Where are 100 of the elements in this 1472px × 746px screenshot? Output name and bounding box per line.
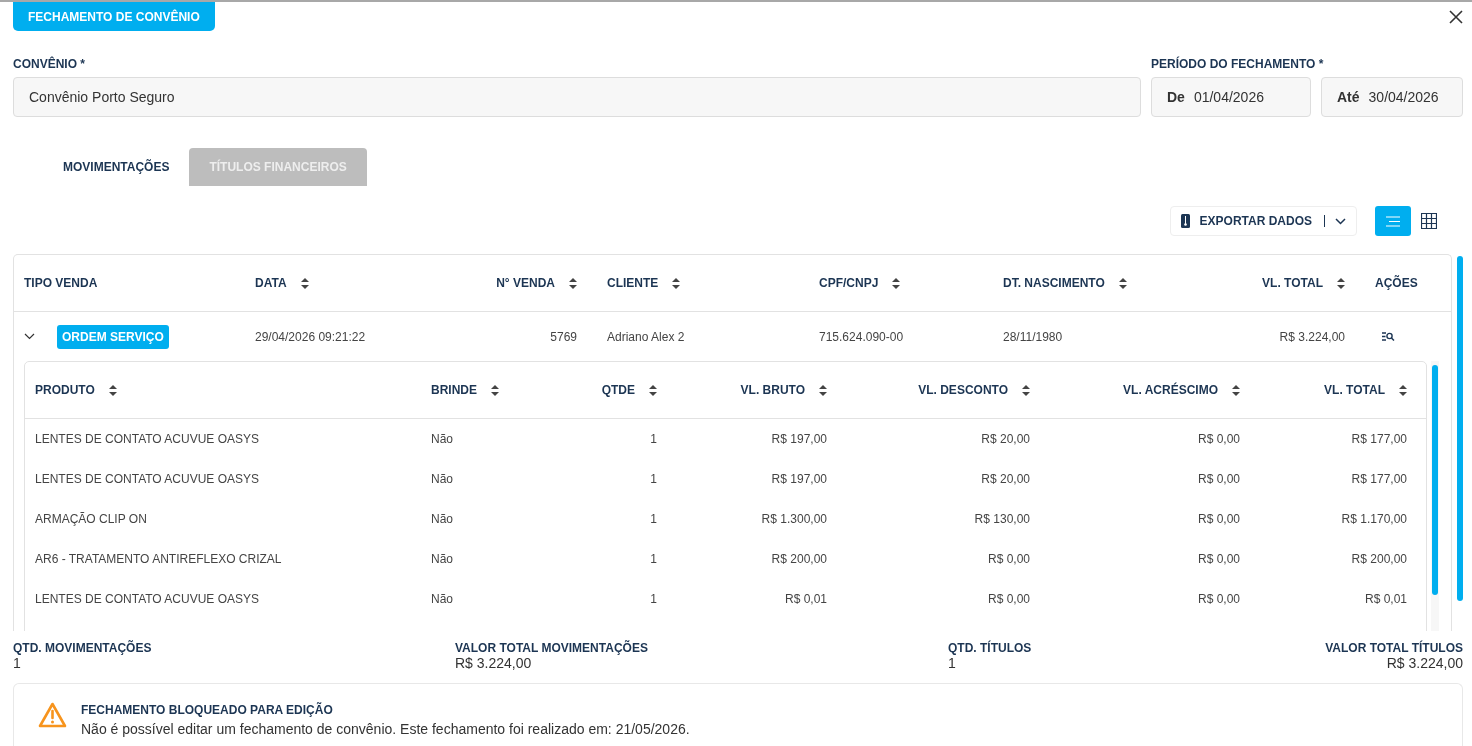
sort-icon[interactable] — [491, 384, 499, 396]
column-header[interactable]: BRINDE — [431, 383, 560, 397]
table-cell-text: R$ 130,00 — [973, 512, 1030, 526]
table-cell-text: Não — [431, 512, 454, 526]
stat-label: QTD. MOVIMENTAÇÕES — [13, 641, 152, 655]
convenio-field[interactable]: Convênio Porto Seguro — [13, 77, 1141, 117]
alert-message: Não é possível editar um fechamento de convênio. Este fechamento foi realizado em: 21/05/2026. — [81, 721, 690, 737]
sale-type-tag: ORDEM SERVIÇO — [57, 324, 169, 349]
sort-icon[interactable] — [892, 277, 901, 289]
field-value: 01/04/2026 — [1193, 89, 1264, 105]
sort-icon[interactable] — [300, 277, 309, 289]
sort-icon[interactable] — [672, 277, 681, 289]
column-header[interactable]: VL. TOTAL — [1200, 276, 1345, 290]
table-cell-text: R$ 0,00 — [1196, 552, 1240, 566]
table-cell-text: R$ 3.224,00 — [1278, 329, 1345, 344]
table-cell-text: LENTES DE CONTATO ACUVUE OASYS — [35, 592, 261, 606]
search-details-icon[interactable] — [1382, 332, 1395, 341]
column-header[interactable]: DT. NASCIMENTO — [1003, 276, 1200, 290]
table-cell-text: R$ 20,00 — [980, 432, 1030, 446]
date-to-field[interactable]: Até 30/04/2026 — [1321, 77, 1463, 117]
field-label: PERÍODO DO FECHAMENTO * — [1151, 57, 1325, 71]
table-cell-text: Não — [431, 552, 454, 566]
column-header[interactable]: VL. BRUTO — [657, 383, 827, 397]
column-header: AÇÕES — [1374, 276, 1419, 290]
column-header[interactable]: N° VENDA — [470, 276, 577, 290]
sort-icon[interactable] — [649, 384, 657, 396]
stat-value: 1 — [948, 655, 956, 671]
field-value: 30/04/2026 — [1368, 89, 1439, 105]
table-cell-text: R$ 200,00 — [770, 552, 827, 566]
table-cell-text: Não — [431, 592, 454, 606]
sort-icon[interactable] — [1232, 384, 1240, 396]
stat-value: R$ 3.224,00 — [1386, 655, 1463, 671]
stat-value: R$ 3.224,00 — [455, 655, 532, 671]
table-cell-text: 1 — [649, 432, 657, 446]
table-cell-text: 1 — [649, 512, 657, 526]
table-cell-text: R$ 200,00 — [1350, 552, 1407, 566]
chevron-down-icon — [1335, 217, 1346, 225]
table-cell-text: R$ 0,00 — [1196, 472, 1240, 486]
warning-icon — [38, 702, 67, 728]
table-cell-text: R$ 0,00 — [1196, 592, 1240, 606]
sort-icon[interactable] — [1399, 384, 1407, 396]
stat-value: 1 — [13, 655, 21, 671]
table-cell-text: LENTES DE CONTATO ACUVUE OASYS — [35, 472, 261, 486]
sort-icon[interactable] — [108, 384, 117, 396]
scrollbar-thumb[interactable] — [1432, 365, 1438, 595]
table-cell-text: 29/04/2026 09:21:22 — [255, 329, 367, 344]
sort-icon[interactable] — [1337, 277, 1345, 289]
table-cell-text: R$ 1.170,00 — [1340, 512, 1407, 526]
column-header[interactable]: VL. TOTAL — [1240, 383, 1407, 397]
table-cell-text: R$ 20,00 — [980, 472, 1030, 486]
sort-icon[interactable] — [819, 384, 827, 396]
table-cell-text: R$ 1.300,00 — [760, 512, 827, 526]
field-prefix: Até — [1337, 89, 1360, 105]
table-cell-text: Não — [431, 432, 454, 446]
table-cell-text: LENTES DE CONTATO ACUVUE OASYS — [35, 432, 261, 446]
table-cell-text: R$ 177,00 — [1350, 432, 1407, 446]
close-icon[interactable] — [1449, 10, 1463, 24]
table-cell-text: R$ 197,00 — [770, 432, 827, 446]
table-cell-text: Adriano Alex 2 — [606, 329, 686, 344]
table-cell-text: R$ 0,00 — [986, 592, 1030, 606]
stat-label: VALOR TOTAL MOVIMENTAÇÕES — [455, 641, 648, 655]
table-cell-text: R$ 0,01 — [783, 592, 827, 606]
column-header[interactable]: VL. DESCONTO — [827, 383, 1030, 397]
export-button[interactable]: EXPORTAR DADOS — [1169, 206, 1357, 236]
table-cell-text: 28/11/1980 — [1003, 329, 1064, 344]
column-header[interactable]: CLIENTE — [577, 276, 819, 290]
table-cell-text: 5769 — [549, 329, 577, 344]
sort-icon[interactable] — [1118, 277, 1127, 289]
table-cell-text: ARMAÇÃO CLIP ON — [35, 512, 148, 526]
stat-label: VALOR TOTAL TÍTULOS — [1325, 641, 1463, 655]
table-cell-text: 1 — [649, 472, 657, 486]
expand-toggle[interactable] — [24, 333, 35, 340]
file-icon — [1180, 214, 1190, 228]
stat-label: QTD. TÍTULOS — [948, 641, 1032, 655]
table-cell-text: R$ 0,00 — [1196, 512, 1240, 526]
table-cell-text: AR6 - TRATAMENTO ANTIREFLEXO CRIZAL — [35, 552, 283, 566]
table-cell-text: R$ 0,00 — [1196, 432, 1240, 446]
field-prefix: De — [1167, 89, 1185, 105]
table-cell-text: 1 — [649, 592, 657, 606]
sort-icon[interactable] — [1022, 384, 1030, 396]
column-header[interactable]: PRODUTO — [35, 383, 431, 397]
table-cell-text: R$ 0,01 — [1363, 592, 1407, 606]
table-cell-text: Não — [431, 472, 454, 486]
column-header[interactable]: DATA — [255, 276, 470, 290]
list-icon — [1386, 215, 1400, 227]
field-label: CONVÊNIO * — [13, 57, 86, 71]
table-cell-text: R$ 0,00 — [986, 552, 1030, 566]
table-cell-text: R$ 177,00 — [1350, 472, 1407, 486]
scrollbar-thumb[interactable] — [1457, 256, 1463, 601]
grid-icon — [1421, 213, 1437, 229]
table-cell-text: R$ 197,00 — [770, 472, 827, 486]
column-header: TIPO VENDA — [24, 276, 99, 290]
sort-icon[interactable] — [569, 277, 577, 289]
table-cell-text: 715.624.090-00 — [819, 329, 905, 344]
column-header[interactable]: QTDE — [560, 383, 657, 397]
column-header[interactable]: VL. ACRÉSCIMO — [1030, 383, 1240, 397]
table-cell-text: 1 — [649, 552, 657, 566]
column-header[interactable]: CPF/CNPJ — [819, 276, 1003, 290]
date-from-field[interactable]: De 01/04/2026 — [1151, 77, 1311, 117]
view-toggle-button[interactable] — [1375, 206, 1411, 236]
